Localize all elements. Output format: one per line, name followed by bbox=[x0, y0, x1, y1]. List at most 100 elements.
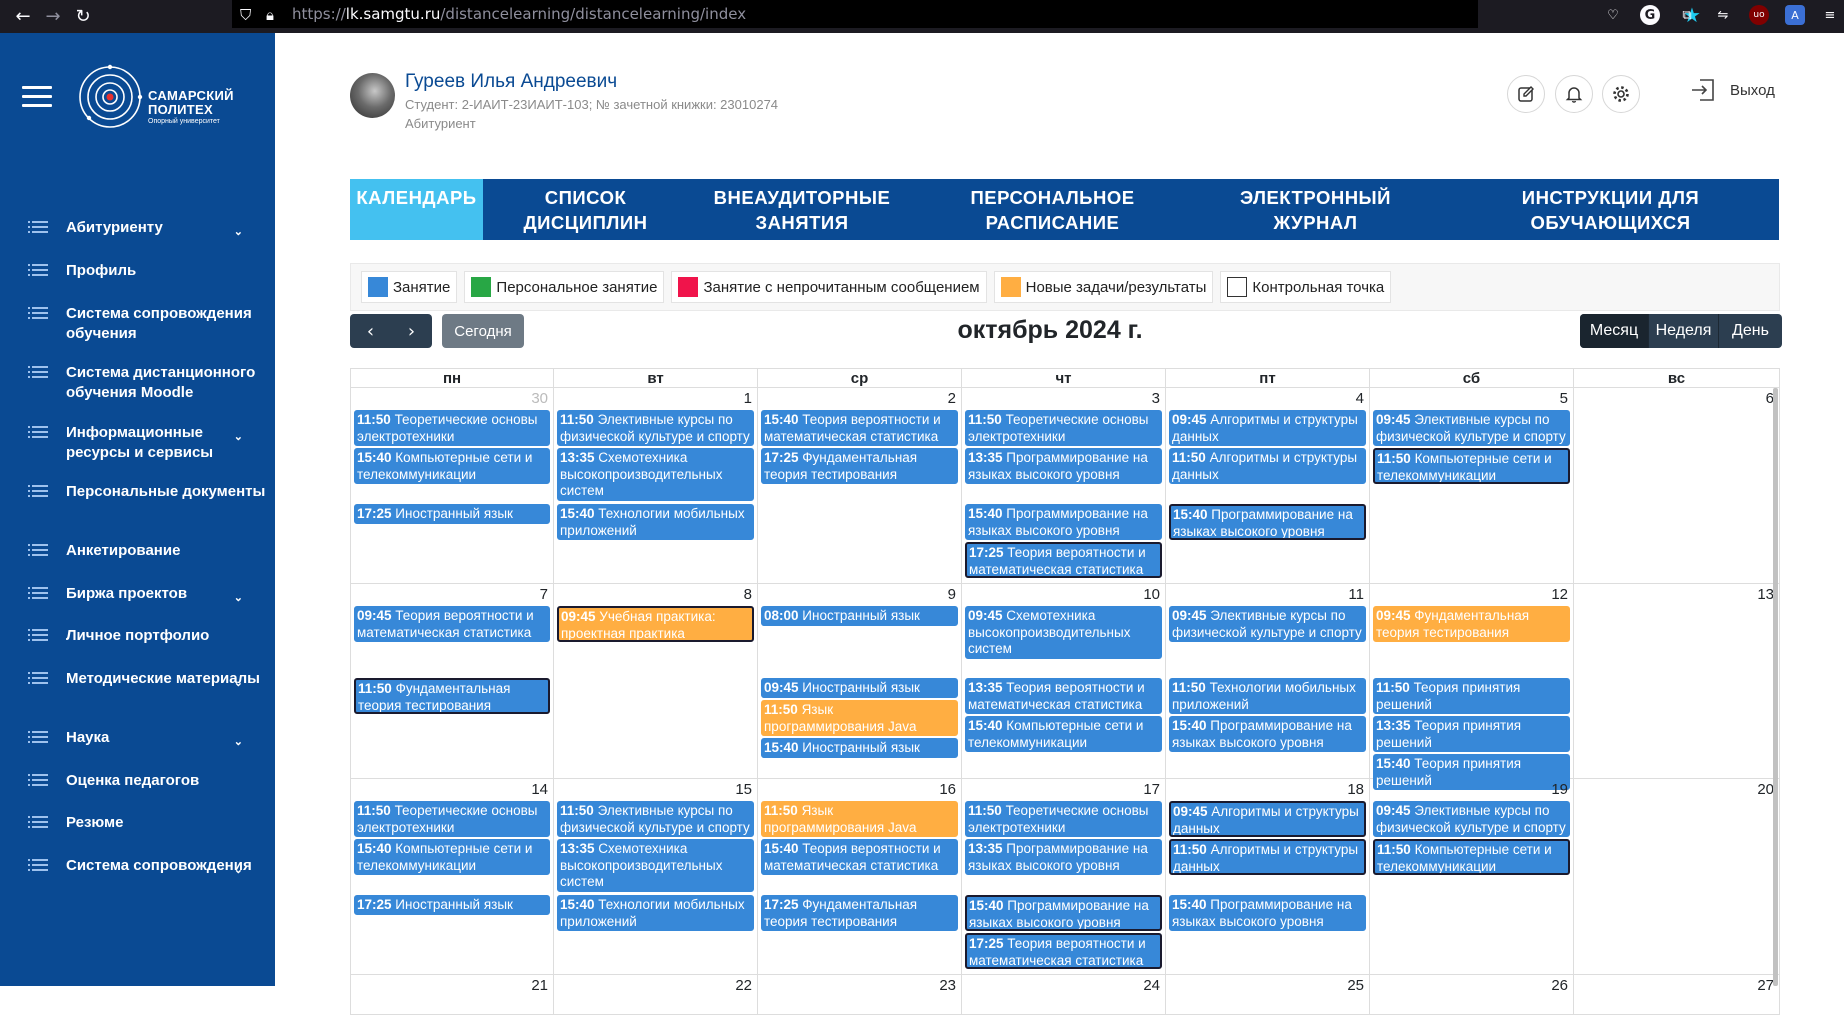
calendar-event[interactable]: 09:45 Иностранный язык bbox=[761, 678, 958, 698]
calendar-event[interactable]: 11:50 Элективные курсы по физической кул… bbox=[557, 410, 754, 446]
sidebar-item[interactable]: Оценка педагогов bbox=[0, 771, 266, 791]
calendar-event[interactable]: 15:40 Технологии мобильных приложений bbox=[557, 895, 754, 931]
calendar-event[interactable]: 15:40 Компьютерные сети и телекоммуникац… bbox=[354, 839, 550, 875]
day-cell[interactable]: 9 08:00 Иностранный язык 09:45 Иностранный… bbox=[758, 584, 962, 779]
day-cell[interactable]: 16 11:50 Язык программирования Java 15:40 … bbox=[758, 779, 962, 975]
lock-icon[interactable]: 🔒︎ bbox=[266, 6, 274, 24]
day-number[interactable]: 10 bbox=[1143, 586, 1160, 603]
day-number[interactable]: 30 bbox=[531, 390, 548, 407]
day-cell[interactable]: 25 bbox=[1166, 975, 1370, 1015]
calendar-event[interactable]: 15:40 Теория вероятности и математическа… bbox=[761, 839, 958, 875]
day-number[interactable]: 16 bbox=[939, 781, 956, 798]
sidebar-item[interactable]: Информационные ресурсы и сервисы ⌄ bbox=[0, 423, 266, 463]
day-number[interactable]: 17 bbox=[1143, 781, 1160, 798]
calendar-event[interactable]: 09:45 Алгоритмы и структуры данных bbox=[1169, 801, 1366, 837]
shield-icon[interactable]: ⛉ bbox=[240, 6, 251, 24]
calendar-event[interactable]: 15:40 Программирование на языках высоког… bbox=[1169, 895, 1366, 931]
calendar-event[interactable]: 15:40 Программирование на языках высоког… bbox=[965, 504, 1162, 540]
sidebar-item[interactable]: Система сопровождения ⌄ bbox=[0, 856, 266, 876]
calendar-event[interactable]: 17:25 Теория вероятности и математическа… bbox=[965, 542, 1162, 578]
day-number[interactable]: 19 bbox=[1551, 781, 1568, 798]
day-number[interactable]: 2 bbox=[948, 390, 956, 407]
account-icon[interactable]: G bbox=[1640, 5, 1660, 25]
day-number[interactable]: 14 bbox=[531, 781, 548, 798]
calendar-event[interactable]: 17:25 Фундаментальная теория тестировани… bbox=[761, 448, 958, 484]
menu-icon[interactable]: ≡ bbox=[1820, 5, 1840, 25]
edit-button[interactable] bbox=[1507, 75, 1545, 113]
sidebar-item[interactable]: Анкетирование bbox=[0, 541, 266, 561]
next-button[interactable]: › bbox=[391, 314, 432, 348]
day-number[interactable]: 11 bbox=[1348, 586, 1364, 603]
calendar-event[interactable]: 15:40 Компьютерные сети и телекоммуникац… bbox=[965, 716, 1162, 752]
day-cell[interactable]: 18 09:45 Алгоритмы и структуры данных 11:5… bbox=[1166, 779, 1370, 975]
day-cell[interactable]: 17 11:50 Теоретические основы электротехн… bbox=[962, 779, 1166, 975]
calendar-event[interactable]: 17:25 Иностранный язык bbox=[354, 504, 550, 524]
extensions-icon[interactable]: ⧉ bbox=[1677, 5, 1697, 25]
reload-icon[interactable]: ↻ bbox=[68, 2, 98, 32]
calendar-event[interactable]: 13:35 Теория вероятности и математическа… bbox=[965, 678, 1162, 714]
day-cell[interactable]: 8 09:45 Учебная практика: проектная практ… bbox=[554, 584, 758, 779]
calendar-event[interactable]: 15:40 Компьютерные сети и телекоммуникац… bbox=[354, 448, 550, 484]
url-text[interactable]: https://lk.samgtu.ru/distancelearning/di… bbox=[292, 5, 746, 23]
day-cell[interactable]: 11 09:45 Элективные курсы по физической к… bbox=[1166, 584, 1370, 779]
ublock-icon[interactable]: uo bbox=[1749, 5, 1769, 25]
day-number[interactable]: 13 bbox=[1757, 586, 1774, 603]
calendar-event[interactable]: 09:45 Схемотехника высокопроизводительны… bbox=[965, 606, 1162, 659]
calendar-event[interactable]: 09:45 Учебная практика: проектная практи… bbox=[557, 606, 754, 642]
day-number[interactable]: 9 bbox=[948, 586, 956, 603]
view-button[interactable]: Месяц bbox=[1580, 314, 1648, 348]
calendar-event[interactable]: 15:40 Программирование на языках высоког… bbox=[1169, 504, 1366, 540]
day-cell[interactable]: 27 bbox=[1574, 975, 1780, 1015]
calendar-event[interactable]: 11:50 Фундаментальная теория тестировани… bbox=[354, 678, 550, 714]
day-number[interactable]: 3 bbox=[1152, 390, 1160, 407]
user-name[interactable]: Гуреев Илья Андреевич bbox=[405, 71, 617, 93]
day-number[interactable]: 20 bbox=[1757, 781, 1774, 798]
forward-icon[interactable]: → bbox=[38, 2, 68, 32]
calendar-event[interactable]: 11:50 Алгоритмы и структуры данных bbox=[1169, 448, 1366, 484]
calendar-event[interactable]: 17:25 Иностранный язык bbox=[354, 895, 550, 915]
address-bar[interactable]: ⛉ 🔒︎ https://lk.samgtu.ru/distancelearni… bbox=[232, 0, 1701, 28]
calendar-event[interactable]: 11:50 Язык программирования Java bbox=[761, 801, 958, 837]
calendar-event[interactable]: 09:45 Теория вероятности и математическа… bbox=[354, 606, 550, 642]
calendar-event[interactable]: 08:00 Иностранный язык bbox=[761, 606, 958, 626]
calendar-event[interactable]: 15:40 Теория вероятности и математическа… bbox=[761, 410, 958, 446]
logout-button[interactable]: Выход bbox=[1690, 77, 1775, 103]
tab-item[interactable]: КАЛЕНДАРЬ bbox=[350, 179, 483, 240]
day-number[interactable]: 8 bbox=[744, 586, 752, 603]
tab-item[interactable]: ЭЛЕКТРОННЫЙ ЖУРНАЛ bbox=[1189, 179, 1442, 240]
calendar-scrollbar[interactable] bbox=[1773, 388, 1778, 986]
day-cell[interactable]: 15 11:50 Элективные курсы по физической к… bbox=[554, 779, 758, 975]
day-cell[interactable]: 4 09:45 Алгоритмы и структуры данных 11:50… bbox=[1166, 388, 1370, 584]
sidebar-item[interactable]: Система сопровождения обучения bbox=[0, 304, 266, 344]
day-cell[interactable]: 1 11:50 Элективные курсы по физической ку… bbox=[554, 388, 758, 584]
hamburger-menu-icon[interactable] bbox=[22, 86, 52, 108]
day-cell[interactable]: 23 bbox=[758, 975, 962, 1015]
calendar-event[interactable]: 15:40 Программирование на языках высоког… bbox=[1169, 716, 1366, 752]
day-cell[interactable]: 7 09:45 Теория вероятности и математическ… bbox=[350, 584, 554, 779]
sidebar-item[interactable]: Методические материалы ⌄ bbox=[0, 669, 266, 689]
calendar-event[interactable]: 11:50 Алгоритмы и структуры данных bbox=[1169, 839, 1366, 875]
day-cell[interactable]: 2 15:40 Теория вероятности и математическ… bbox=[758, 388, 962, 584]
day-cell[interactable]: 24 bbox=[962, 975, 1166, 1015]
sidebar-item[interactable]: Профиль bbox=[0, 261, 266, 281]
sidebar-item[interactable]: Биржа проектов ⌄ bbox=[0, 584, 266, 604]
sidebar-item[interactable]: Система дистанционного обучения Moodle bbox=[0, 363, 266, 403]
calendar-event[interactable]: 13:35 Схемотехника высокопроизводительны… bbox=[557, 448, 754, 501]
calendar-event[interactable]: 11:50 Теоретические основы электротехник… bbox=[354, 410, 550, 446]
view-button[interactable]: Неделя bbox=[1648, 314, 1718, 348]
calendar-event[interactable]: 13:35 Программирование на языках высоког… bbox=[965, 839, 1162, 875]
sidebar-item[interactable]: Личное портфолио bbox=[0, 626, 266, 646]
avatar[interactable] bbox=[350, 73, 395, 118]
day-cell[interactable]: 30 11:50 Теоретические основы электротехн… bbox=[350, 388, 554, 584]
notifications-button[interactable] bbox=[1555, 75, 1593, 113]
day-cell[interactable]: 26 bbox=[1370, 975, 1574, 1015]
calendar-event[interactable]: 11:50 Элективные курсы по физической кул… bbox=[557, 801, 754, 837]
view-button[interactable]: День bbox=[1718, 314, 1782, 348]
calendar-event[interactable]: 11:50 Теоретические основы электротехник… bbox=[354, 801, 550, 837]
calendar-event[interactable]: 09:45 Элективные курсы по физической кул… bbox=[1169, 606, 1366, 642]
day-number[interactable]: 7 bbox=[540, 586, 548, 603]
calendar-event[interactable]: 11:50 Теоретические основы электротехник… bbox=[965, 801, 1162, 837]
calendar-event[interactable]: 11:50 Теоретические основы электротехник… bbox=[965, 410, 1162, 446]
sync-icon[interactable]: ⇋ bbox=[1713, 5, 1733, 25]
day-number[interactable]: 12 bbox=[1551, 586, 1568, 603]
